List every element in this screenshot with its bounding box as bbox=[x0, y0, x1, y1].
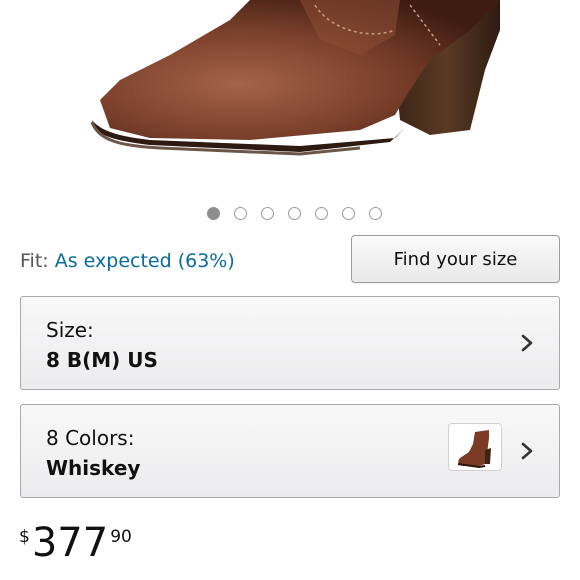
fit-value-link[interactable]: As expected (63%) bbox=[55, 250, 235, 272]
carousel-dot[interactable] bbox=[314, 207, 328, 220]
size-value: 8 B(M) US bbox=[46, 348, 158, 372]
colors-label: 8 Colors: bbox=[46, 426, 135, 450]
carousel-dot[interactable] bbox=[287, 207, 301, 220]
product-image[interactable] bbox=[0, 0, 580, 200]
carousel-dot[interactable] bbox=[260, 207, 274, 220]
size-selector[interactable]: Size: 8 B(M) US bbox=[20, 296, 560, 390]
find-your-size-button[interactable]: Find your size bbox=[351, 235, 560, 283]
color-value: Whiskey bbox=[46, 456, 141, 480]
chevron-right-icon bbox=[521, 334, 533, 352]
image-carousel-dots[interactable] bbox=[0, 207, 580, 220]
size-label: Size: bbox=[46, 318, 94, 342]
price-whole: 377 bbox=[31, 520, 109, 566]
carousel-dot[interactable] bbox=[206, 207, 220, 220]
color-selector[interactable]: 8 Colors: Whiskey bbox=[20, 404, 560, 498]
carousel-dot[interactable] bbox=[341, 207, 355, 220]
fit-info: Fit: As expected (63%) bbox=[20, 250, 235, 272]
carousel-dot[interactable] bbox=[368, 207, 382, 220]
color-swatch-thumbnail[interactable] bbox=[448, 423, 502, 471]
fit-label: Fit: bbox=[20, 250, 49, 272]
price: $ 377 90 bbox=[19, 521, 132, 571]
price-currency: $ bbox=[19, 527, 30, 547]
chevron-right-icon bbox=[521, 442, 533, 460]
carousel-dot[interactable] bbox=[233, 207, 247, 220]
price-fraction: 90 bbox=[110, 527, 132, 547]
